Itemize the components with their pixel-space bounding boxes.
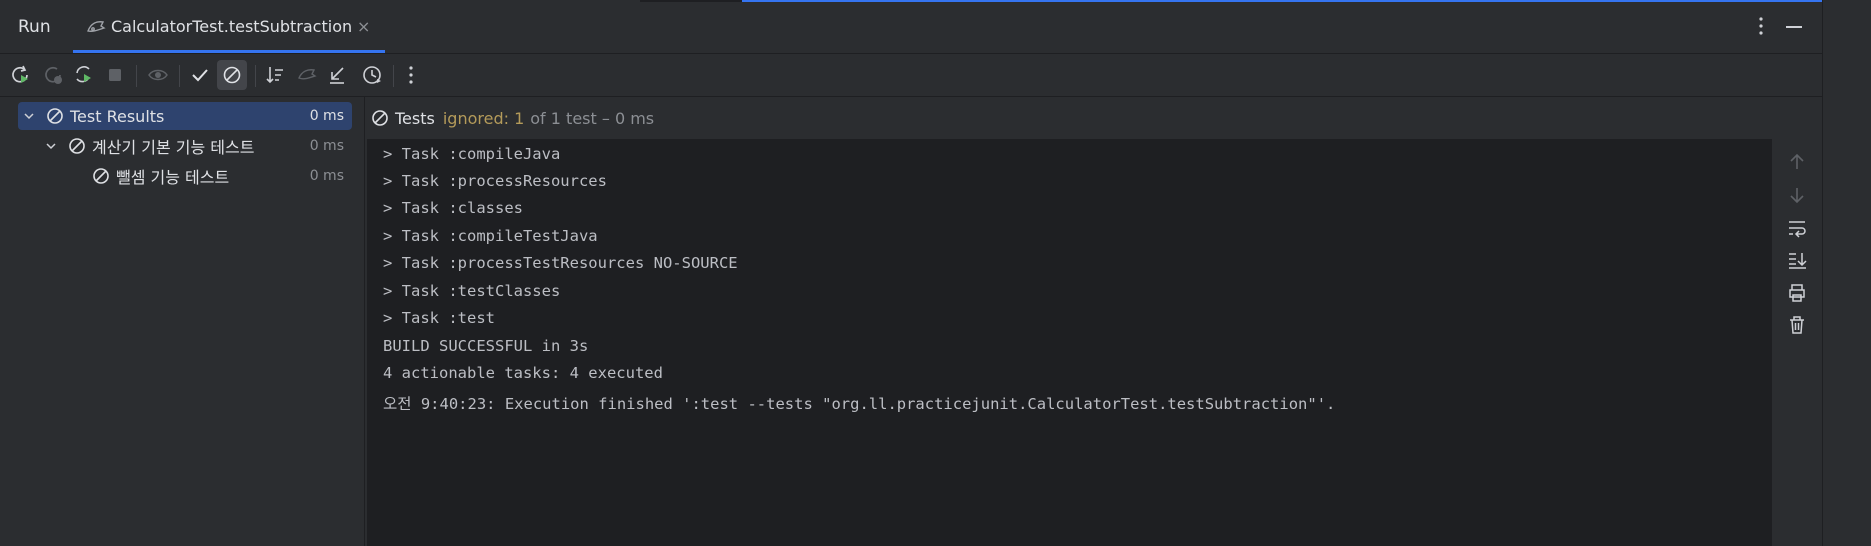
tab-label: CalculatorTest.testSubtraction xyxy=(111,17,353,36)
toolbar-separator xyxy=(393,65,394,87)
duration-label: 0 ms xyxy=(309,138,344,154)
scroll-to-end-icon[interactable] xyxy=(1786,249,1808,271)
toolbar-separator xyxy=(136,65,137,87)
summary-tests-label: Tests xyxy=(395,108,435,128)
test-tree: Test Results 0 ms 계산기 기본 기능 테스트 0 ms 뺄셈 … xyxy=(0,97,364,546)
minimize-icon[interactable] xyxy=(1786,26,1802,28)
console-side-toolbar xyxy=(1772,139,1822,546)
collapse-icon[interactable] xyxy=(322,60,352,90)
run-tool-window: Run CalculatorTest.testSubtraction × Tes… xyxy=(0,0,1822,546)
rerun-automatically-icon[interactable] xyxy=(69,60,99,90)
tab-underline xyxy=(73,50,385,53)
console-line: > Task :processTestResources NO-SOURCE xyxy=(383,254,738,272)
chevron-down-icon[interactable] xyxy=(44,139,58,153)
rerun-icon[interactable] xyxy=(5,60,35,90)
import-tests-icon[interactable] xyxy=(292,60,322,90)
console-line: 4 actionable tasks: 4 executed xyxy=(383,364,663,382)
ignored-icon xyxy=(47,108,63,124)
tree-item-suite[interactable]: 계산기 기본 기능 테스트 0 ms xyxy=(18,132,352,160)
more-icon[interactable] xyxy=(396,60,426,90)
toolbar-separator xyxy=(255,65,256,87)
console-line: > Task :testClasses xyxy=(383,282,561,300)
show-passed-icon[interactable] xyxy=(143,60,173,90)
ignored-icon xyxy=(93,168,109,184)
console-line: BUILD SUCCESSFUL in 3s xyxy=(383,337,589,355)
console-output[interactable]: > Task :compileJava > Task :processResou… xyxy=(367,139,1772,546)
tree-item-test[interactable]: 뺄셈 기능 테스트 0 ms xyxy=(18,162,352,190)
tab-calculator-test[interactable]: CalculatorTest.testSubtraction × xyxy=(73,0,385,53)
duration-label: 0 ms xyxy=(309,168,344,184)
trash-icon[interactable] xyxy=(1786,314,1808,336)
duration-label: 0 ms xyxy=(309,108,344,124)
print-icon[interactable] xyxy=(1786,282,1808,304)
run-title: Run xyxy=(18,17,51,37)
ignored-icon xyxy=(69,138,85,154)
test-summary: Tests ignored: 1 of 1 test – 0 ms xyxy=(365,97,1822,139)
show-ignored-check-icon[interactable] xyxy=(185,60,215,90)
test-tab-icon xyxy=(85,17,107,37)
tree-item-test-results[interactable]: Test Results 0 ms xyxy=(18,102,352,130)
tab-bar: Run CalculatorTest.testSubtraction × xyxy=(0,0,1822,54)
console-line: > Task :compileTestJava xyxy=(383,227,598,245)
ignored-icon xyxy=(372,110,388,126)
arrow-up-icon[interactable] xyxy=(1786,151,1808,173)
console-line: > Task :classes xyxy=(383,199,523,217)
chevron-down-icon[interactable] xyxy=(22,109,36,123)
right-tool-strip xyxy=(1822,0,1871,546)
test-toolbar xyxy=(0,54,1822,97)
rerun-failed-icon[interactable] xyxy=(38,60,68,90)
console-line: > Task :processResources xyxy=(383,172,607,190)
stop-icon[interactable] xyxy=(100,60,130,90)
console-line: > Task :compileJava xyxy=(383,145,561,163)
show-ignored-icon[interactable] xyxy=(217,60,247,90)
tree-item-label: 계산기 기본 기능 테스트 xyxy=(92,138,255,157)
summary-ignored-count: ignored: 1 xyxy=(442,108,525,128)
toolbar-separator xyxy=(179,65,180,87)
tree-item-label: 뺄셈 기능 테스트 xyxy=(116,168,230,187)
console-line: > Task :test xyxy=(383,309,495,327)
arrow-down-icon[interactable] xyxy=(1786,184,1808,206)
history-icon[interactable] xyxy=(357,60,387,90)
more-vertical-icon[interactable] xyxy=(1754,15,1768,37)
soft-wrap-icon[interactable] xyxy=(1786,217,1808,239)
summary-totals: of 1 test – 0 ms xyxy=(530,108,655,128)
splitter[interactable] xyxy=(364,97,365,546)
close-icon[interactable]: × xyxy=(357,17,370,36)
console-line: 오전 9:40:23: Execution finished ':test --… xyxy=(383,395,1336,413)
tree-item-label: Test Results xyxy=(70,106,165,126)
sort-icon[interactable] xyxy=(260,60,290,90)
